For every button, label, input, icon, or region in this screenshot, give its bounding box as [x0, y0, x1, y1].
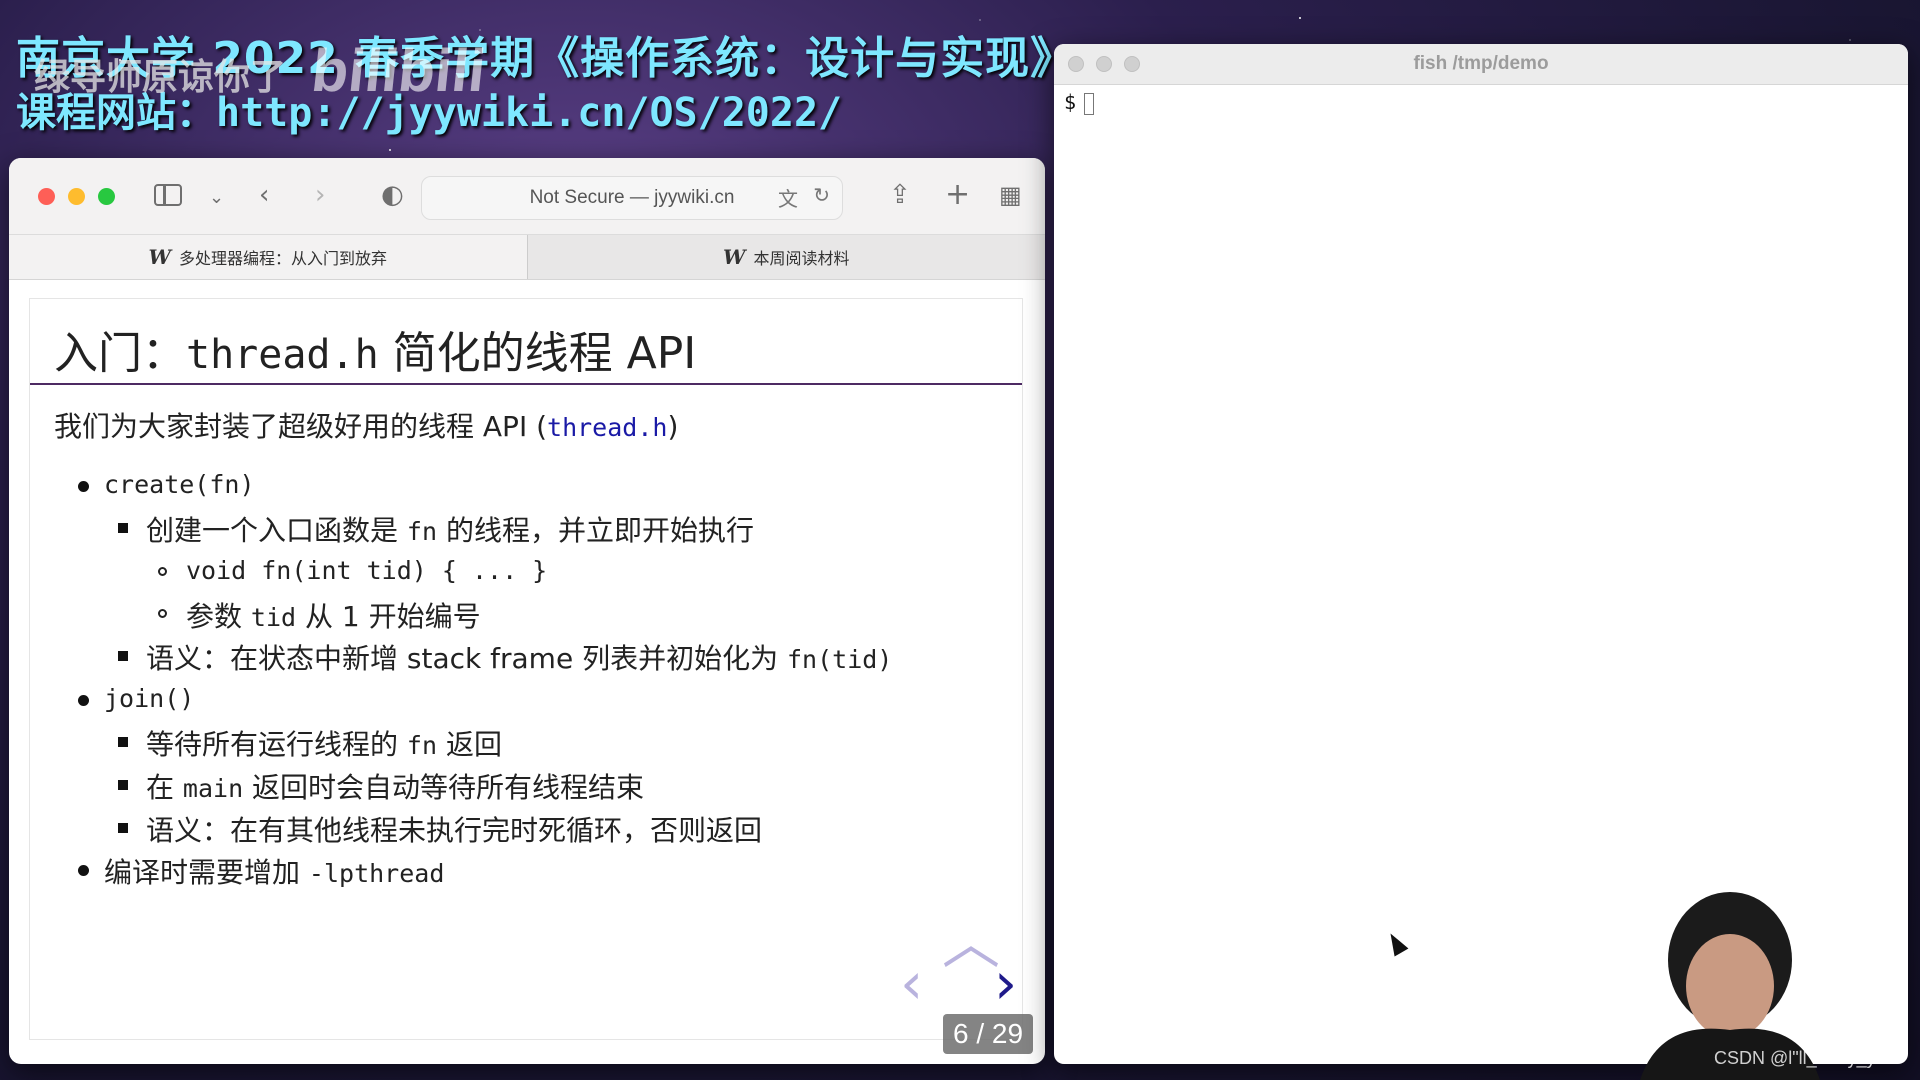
share-icon[interactable]: ⇪ — [889, 180, 911, 210]
list-item-create-desc: 创建一个入口函数是 fn 的线程，并立即开始执行 — [118, 509, 754, 549]
list-item-join-main: 在 main 返回时会自动等待所有线程结束 — [117, 766, 645, 806]
title-divider — [30, 383, 1022, 385]
text-cursor — [1084, 92, 1095, 115]
address-text: Not Secure — jyywiki.cn — [529, 187, 735, 208]
nav-up-arrow-icon[interactable]: ︿ — [942, 914, 1000, 972]
slide-title: 入门：thread.h 简化的线程 API — [54, 317, 696, 381]
tab-bar: W 多处理器编程：从入门到放弃 W 本周阅读材料 — [9, 234, 1045, 280]
wiki-w-icon: W — [723, 245, 746, 269]
code: fn — [406, 517, 438, 546]
list-item-create-sig: void fn(int tid) { ... } — [157, 553, 548, 586]
nav-prev-arrow-icon[interactable]: ‹ — [900, 954, 923, 1012]
text: 编译时需要增加 — [104, 856, 301, 889]
text: 语义：在有其他线程未执行完时死循环，否则返回 — [146, 814, 763, 847]
terminal-minimize-button[interactable] — [1096, 56, 1112, 72]
list-item-create: create(fn) — [78, 467, 255, 500]
prompt-symbol: $ — [1064, 90, 1077, 114]
title-suffix: 简化的线程 API — [392, 328, 697, 379]
address-bar[interactable]: Not Secure — jyywiki.cn 文 ↻ — [421, 176, 843, 220]
text: 语义：在状态中新增 stack frame 列表并初始化为 — [146, 642, 779, 675]
page-indicator: 6 / 29 — [943, 1014, 1034, 1054]
terminal-zoom-button[interactable] — [1124, 56, 1140, 72]
terminal-title: fish /tmp/demo — [1413, 53, 1549, 74]
intro-text: 我们为大家封装了超级好用的线程 API (thread.h) — [54, 405, 678, 445]
code: tid — [250, 603, 297, 632]
wiki-w-icon: W — [148, 245, 171, 269]
csdn-watermark: CSDN @l"ll_carry_you — [1714, 1048, 1896, 1068]
tab-weekly-reading[interactable]: W 本周阅读材料 — [526, 235, 1046, 279]
text: 创建一个入口函数是 — [146, 514, 399, 547]
intro-label: 我们为大家封装了超级好用的线程 API ( — [54, 410, 548, 443]
terminal-prompt[interactable]: $ — [1064, 90, 1095, 115]
uploader-watermark: 绿导师原谅你了 — [34, 57, 287, 98]
code: void fn(int tid) { ... } — [186, 556, 548, 585]
text: 返回时会自动等待所有线程结束 — [252, 771, 645, 804]
new-tab-icon[interactable]: + — [945, 180, 970, 210]
text: 等待所有运行线程的 — [146, 728, 399, 761]
translate-icon[interactable]: 文 — [778, 183, 798, 212]
list-item-join-semantics: 语义：在有其他线程未执行完时死循环，否则返回 — [117, 809, 763, 849]
text: 返回 — [445, 728, 502, 761]
chevron-down-icon[interactable]: ⌄ — [209, 183, 224, 213]
terminal-close-button[interactable] — [1068, 56, 1084, 72]
text: 从 1 开始编号 — [304, 600, 481, 633]
tab-label: 本周阅读材料 — [753, 249, 850, 268]
list-item-join-wait: 等待所有运行线程的 fn 返回 — [118, 723, 502, 763]
intro-code: thread.h — [547, 413, 668, 442]
tab-overview-icon[interactable]: ▦ — [999, 180, 1022, 210]
list-item-join: join() — [77, 681, 195, 714]
close-window-button[interactable] — [38, 188, 55, 205]
browser-window: ⌄ ‹ › ◐ Not Secure — jyywiki.cn 文 ↻ ⇪ + … — [9, 158, 1045, 1064]
text: 的线程，并立即开始执行 — [445, 514, 754, 547]
title-code: thread.h — [186, 332, 379, 378]
privacy-shield-icon[interactable]: ◐ — [381, 180, 404, 210]
forward-arrow-icon[interactable]: › — [315, 180, 325, 210]
create-signature: create(fn) — [104, 470, 255, 499]
list-item-create-param: 参数 tid 从 1 开始编号 — [158, 595, 481, 635]
title-prefix: 入门： — [54, 328, 186, 379]
nav-next-arrow-icon[interactable]: › — [994, 954, 1017, 1012]
intro-close: ) — [667, 410, 679, 443]
code: fn(tid) — [786, 645, 893, 674]
browser-toolbar: ⌄ ‹ › ◐ Not Secure — jyywiki.cn 文 ↻ ⇪ + … — [9, 158, 1045, 234]
list-item-create-semantics: 语义：在状态中新增 stack frame 列表并初始化为 fn(tid) — [117, 637, 893, 677]
tab-label: 多处理器编程：从入门到放弃 — [178, 249, 387, 268]
zoom-window-button[interactable] — [98, 188, 115, 205]
join-signature: join() — [104, 684, 195, 713]
minimize-window-button[interactable] — [68, 188, 85, 205]
text: 在 — [146, 771, 175, 804]
back-arrow-icon[interactable]: ‹ — [259, 180, 269, 210]
text: 参数 — [186, 600, 243, 633]
slide-content: 入门：thread.h 简化的线程 API 我们为大家封装了超级好用的线程 AP… — [29, 298, 1023, 1040]
tab-multiprocessor-programming[interactable]: W 多处理器编程：从入门到放弃 — [9, 235, 527, 279]
reload-icon[interactable]: ↻ — [813, 183, 830, 208]
list-item-compile: 编译时需要增加 -lpthread — [77, 851, 445, 891]
code: fn — [406, 731, 438, 760]
bilibili-logo: bilibili — [308, 37, 489, 104]
code: -lpthread — [308, 859, 445, 888]
code: main — [182, 774, 244, 803]
sidebar-toggle-icon[interactable] — [154, 184, 182, 206]
terminal-titlebar: fish /tmp/demo — [1054, 44, 1908, 85]
